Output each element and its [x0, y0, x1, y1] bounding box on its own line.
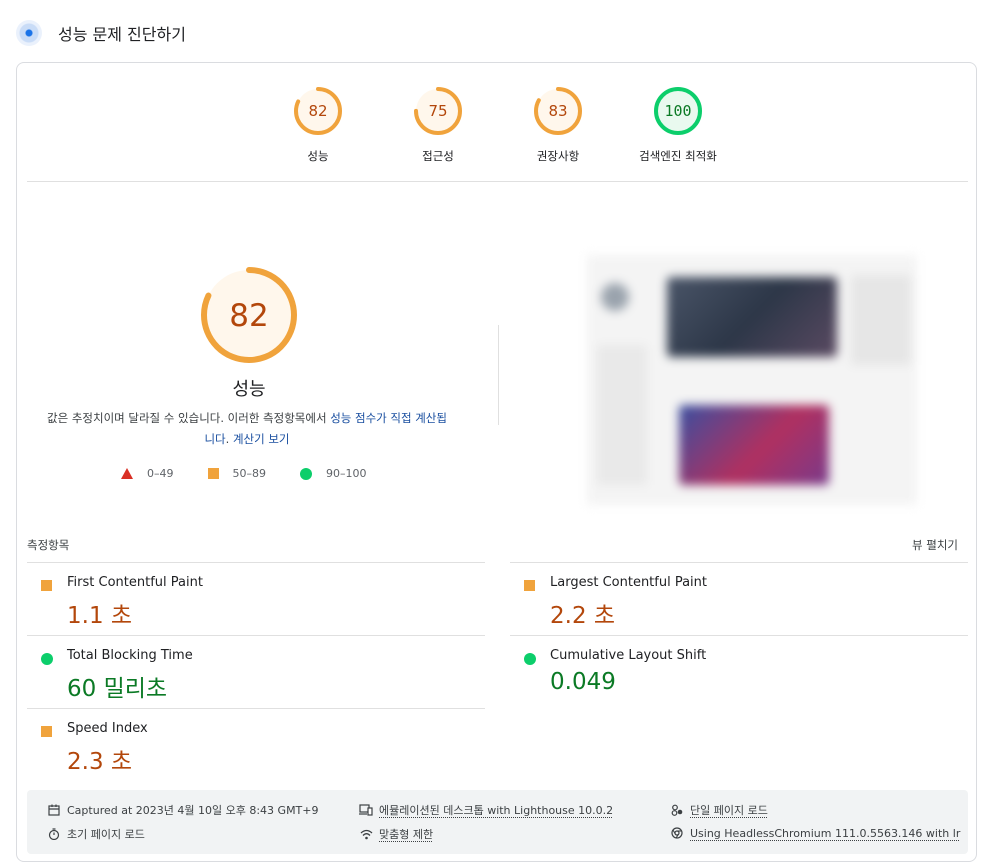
captured-time: Captured at 2023년 4월 10일 오후 8:43 GMT+9	[47, 802, 319, 818]
pass-circle-icon	[41, 653, 53, 665]
average-square-icon	[41, 580, 52, 591]
metrics-section-label: 측정항목	[27, 538, 70, 552]
legend-average: 50–89	[207, 467, 267, 480]
average-square-icon	[524, 580, 535, 591]
timer-icon	[47, 827, 61, 841]
gauge-ring: 75	[414, 87, 462, 135]
header: 성능 문제 진단하기	[16, 18, 186, 48]
gauge-label: 검색엔진 최적화	[639, 149, 717, 163]
vertical-divider	[498, 325, 499, 425]
gauge-label: 접근성	[422, 149, 454, 163]
legend-fail: 0–49	[121, 467, 174, 480]
throttling-text: 맞춤형 제한	[379, 828, 434, 841]
category-gauges: 82 성능 75 접근성 83 권장사항 100 검색엔진 최적화	[17, 85, 976, 185]
performance-score: 82	[229, 298, 268, 334]
performance-title: 성능	[232, 379, 266, 400]
browser-text: Using HeadlessChromium 111.0.5563.146 wi…	[690, 826, 961, 840]
runtime-settings: Captured at 2023년 4월 10일 오후 8:43 GMT+9 초…	[27, 790, 968, 854]
desc-text: .	[225, 432, 233, 446]
score-legend: 0–49 50–89 90–100	[121, 467, 401, 480]
gauge-score: 83	[548, 102, 567, 120]
initial-page-load: 초기 페이지 로드	[47, 826, 145, 842]
metric-tbt: Total Blocking Time 60 밀리초	[27, 635, 485, 708]
metric-value: 60 밀리초	[67, 676, 168, 702]
metric-name: Largest Contentful Paint	[550, 575, 708, 590]
captured-text: Captured at 2023년 4월 10일 오후 8:43 GMT+9	[67, 804, 319, 817]
pass-circle-icon	[524, 653, 536, 665]
gauge-ring: 100	[654, 87, 702, 135]
metric-name: Total Blocking Time	[67, 648, 193, 663]
legend-pass: 90–100	[300, 467, 367, 480]
gauge-label: 권장사항	[536, 149, 580, 163]
emulated-text: 에뮬레이션된 데스크톱 with Lighthouse 10.0.2	[379, 804, 614, 817]
metric-fcp: First Contentful Paint 1.1 초	[27, 562, 485, 635]
metric-si: Speed Index 2.3 초	[27, 708, 485, 781]
gauge-ring: 82	[294, 87, 342, 135]
metric-name: First Contentful Paint	[67, 575, 203, 590]
page-screenshot-thumbnail[interactable]	[587, 255, 917, 505]
gauge-best-practices[interactable]: 83 권장사항	[498, 85, 618, 164]
metric-name: Cumulative Layout Shift	[550, 648, 707, 663]
legend-range: 50–89	[232, 467, 267, 480]
metric-value: 2.2 초	[550, 603, 616, 629]
lighthouse-icon	[16, 20, 42, 46]
performance-gauge: 82	[199, 265, 299, 369]
pass-circle-icon	[300, 467, 312, 480]
gauge-performance[interactable]: 82 성능	[258, 85, 378, 164]
throttling[interactable]: 맞춤형 제한	[359, 826, 433, 842]
legend-range: 0–49	[147, 467, 174, 480]
gauge-label: 성능	[307, 149, 329, 163]
calendar-icon	[47, 803, 61, 817]
divider	[27, 181, 968, 182]
gauge-ring: 83	[534, 87, 582, 135]
metric-value: 0.049	[550, 669, 616, 695]
metric-name: Speed Index	[67, 721, 148, 736]
single-page-load[interactable]: 단일 페이지 로드	[670, 802, 768, 818]
emulated-device[interactable]: 에뮬레이션된 데스크톱 with Lighthouse 10.0.2	[359, 802, 613, 818]
browser-info[interactable]: Using HeadlessChromium 111.0.5563.146 wi…	[670, 826, 960, 840]
wifi-icon	[359, 827, 373, 841]
performance-description: 값은 추정치이며 달라질 수 있습니다. 이러한 측정항목에서 성능 점수가 직…	[47, 408, 447, 450]
devices-icon	[359, 803, 373, 817]
metric-value: 2.3 초	[67, 749, 133, 775]
desc-text: 값은 추정치이며 달라질 수 있습니다. 이러한 측정항목에서	[47, 411, 331, 425]
gauge-score: 100	[664, 102, 691, 120]
single-load-icon	[670, 803, 684, 817]
single-load-text: 단일 페이지 로드	[690, 804, 768, 817]
metric-cls: Cumulative Layout Shift 0.049	[510, 635, 968, 708]
legend-range: 90–100	[326, 467, 367, 480]
gauge-accessibility[interactable]: 75 접근성	[378, 85, 498, 164]
fail-triangle-icon	[121, 468, 133, 479]
metric-lcp: Largest Contentful Paint 2.2 초	[510, 562, 968, 635]
gauge-score: 82	[308, 102, 327, 120]
page-title: 성능 문제 진단하기	[58, 25, 186, 44]
initial-load-text: 초기 페이지 로드	[67, 828, 145, 841]
average-square-icon	[41, 726, 52, 737]
report-card: 82 성능 75 접근성 83 권장사항 100 검색엔진 최적화 82 성능 …	[16, 62, 977, 862]
calculator-link[interactable]: 계산기 보기	[233, 432, 290, 446]
performance-gauge-ring: 82	[201, 267, 297, 363]
metric-value: 1.1 초	[67, 603, 133, 629]
expand-view-toggle[interactable]: 뷰 펼치기	[912, 537, 958, 553]
average-square-icon	[207, 468, 219, 479]
gauge-score: 75	[428, 102, 447, 120]
gauge-seo[interactable]: 100 검색엔진 최적화	[618, 85, 738, 164]
chrome-icon	[670, 826, 684, 840]
